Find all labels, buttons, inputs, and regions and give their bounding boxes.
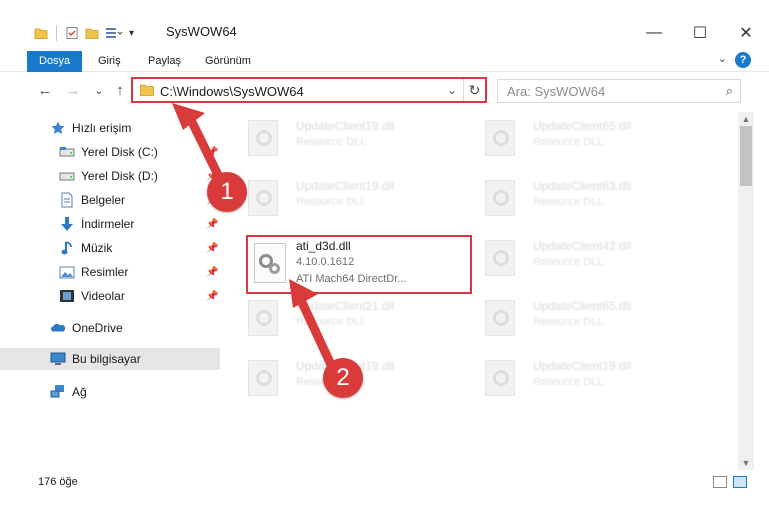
annotation-arrows [172,103,338,374]
arrow-2 [289,279,338,374]
arrow-1 [172,103,227,188]
callout-badge-1: 1 [207,172,247,212]
callout-badge-2: 2 [323,358,363,398]
